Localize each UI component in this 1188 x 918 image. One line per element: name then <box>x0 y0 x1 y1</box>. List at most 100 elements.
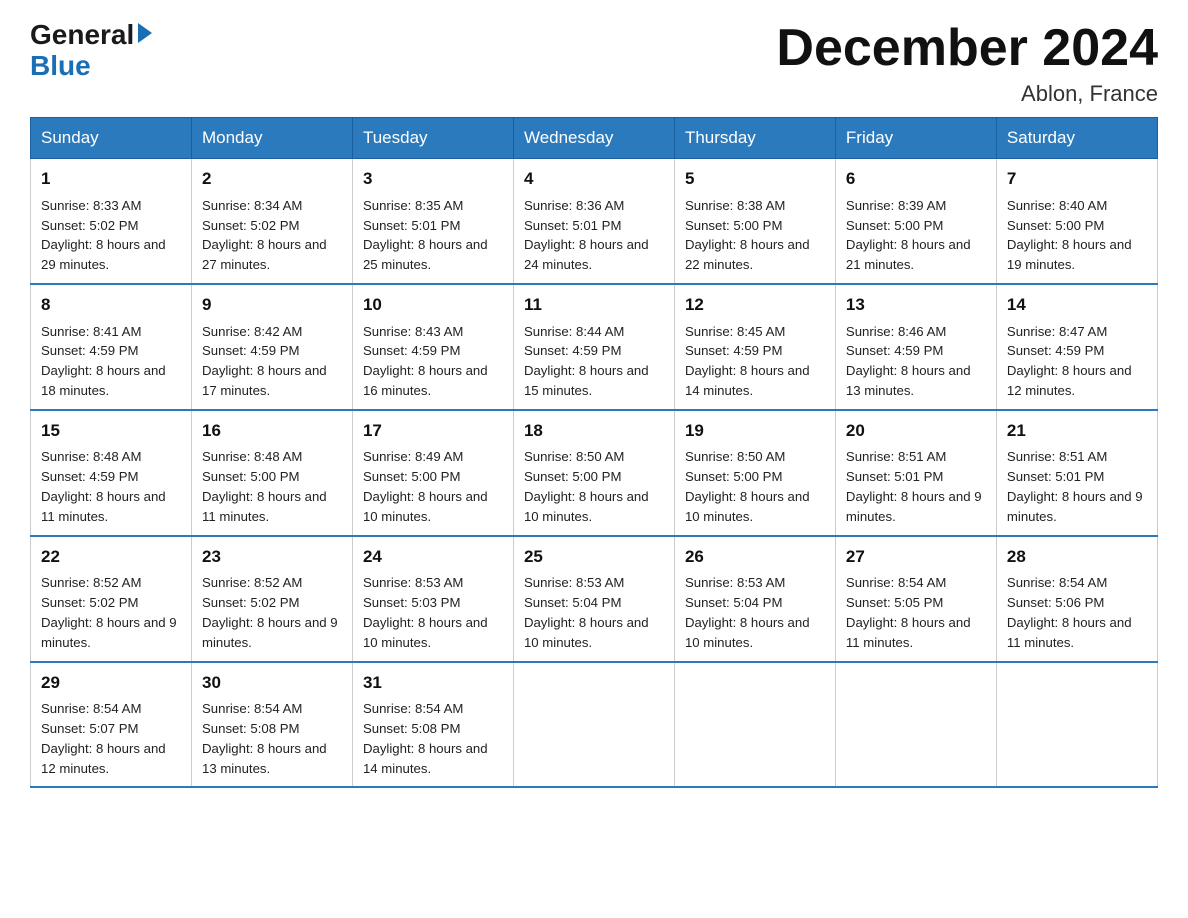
day-info: Sunrise: 8:52 AMSunset: 5:02 PMDaylight:… <box>41 573 181 652</box>
day-info: Sunrise: 8:54 AMSunset: 5:08 PMDaylight:… <box>363 699 503 778</box>
calendar-day-cell: 9 Sunrise: 8:42 AMSunset: 4:59 PMDaylight… <box>191 284 352 410</box>
calendar-day-cell: 20 Sunrise: 8:51 AMSunset: 5:01 PMDayligh… <box>835 410 996 536</box>
month-title: December 2024 <box>776 20 1158 77</box>
day-number: 15 <box>41 419 181 444</box>
day-info: Sunrise: 8:38 AMSunset: 5:00 PMDaylight:… <box>685 196 825 275</box>
day-info: Sunrise: 8:50 AMSunset: 5:00 PMDaylight:… <box>685 447 825 526</box>
calendar-day-cell: 3 Sunrise: 8:35 AMSunset: 5:01 PMDaylight… <box>352 159 513 284</box>
calendar-day-cell: 2Sunrise: 8:34 AMSunset: 5:02 PMDaylight… <box>191 159 352 284</box>
day-number: 30 <box>202 671 342 696</box>
day-info: Sunrise: 8:54 AMSunset: 5:07 PMDaylight:… <box>41 699 181 778</box>
day-number: 10 <box>363 293 503 318</box>
calendar-day-cell: 24 Sunrise: 8:53 AMSunset: 5:03 PMDayligh… <box>352 536 513 662</box>
day-of-week-header: Monday <box>191 118 352 159</box>
calendar-day-cell: 1Sunrise: 8:33 AMSunset: 5:02 PMDaylight… <box>31 159 192 284</box>
day-info: Sunrise: 8:47 AMSunset: 4:59 PMDaylight:… <box>1007 322 1147 401</box>
calendar-header-row: SundayMondayTuesdayWednesdayThursdayFrid… <box>31 118 1158 159</box>
calendar-day-cell: 6Sunrise: 8:39 AMSunset: 5:00 PMDaylight… <box>835 159 996 284</box>
day-number: 21 <box>1007 419 1147 444</box>
day-of-week-header: Friday <box>835 118 996 159</box>
calendar-day-cell: 12 Sunrise: 8:45 AMSunset: 4:59 PMDayligh… <box>674 284 835 410</box>
day-info: Sunrise: 8:44 AMSunset: 4:59 PMDaylight:… <box>524 322 664 401</box>
day-number: 26 <box>685 545 825 570</box>
calendar-day-cell: 21Sunrise: 8:51 AMSunset: 5:01 PMDayligh… <box>996 410 1157 536</box>
calendar-day-cell: 11 Sunrise: 8:44 AMSunset: 4:59 PMDayligh… <box>513 284 674 410</box>
day-number: 11 <box>524 293 664 318</box>
day-of-week-header: Saturday <box>996 118 1157 159</box>
day-info: Sunrise: 8:54 AMSunset: 5:08 PMDaylight:… <box>202 699 342 778</box>
day-info: Sunrise: 8:48 AMSunset: 5:00 PMDaylight:… <box>202 447 342 526</box>
day-number: 17 <box>363 419 503 444</box>
day-number: 4 <box>524 167 664 192</box>
calendar-week-row: 8Sunrise: 8:41 AMSunset: 4:59 PMDaylight… <box>31 284 1158 410</box>
day-number: 6 <box>846 167 986 192</box>
calendar-day-cell: 17 Sunrise: 8:49 AMSunset: 5:00 PMDayligh… <box>352 410 513 536</box>
calendar-day-cell: 5 Sunrise: 8:38 AMSunset: 5:00 PMDaylight… <box>674 159 835 284</box>
day-number: 3 <box>363 167 503 192</box>
calendar-day-cell: 23Sunrise: 8:52 AMSunset: 5:02 PMDayligh… <box>191 536 352 662</box>
calendar-day-cell <box>835 662 996 788</box>
day-number: 29 <box>41 671 181 696</box>
day-info: Sunrise: 8:53 AMSunset: 5:03 PMDaylight:… <box>363 573 503 652</box>
day-number: 19 <box>685 419 825 444</box>
day-number: 23 <box>202 545 342 570</box>
day-of-week-header: Sunday <box>31 118 192 159</box>
day-number: 18 <box>524 419 664 444</box>
day-number: 25 <box>524 545 664 570</box>
calendar-day-cell: 30 Sunrise: 8:54 AMSunset: 5:08 PMDayligh… <box>191 662 352 788</box>
calendar-day-cell: 14 Sunrise: 8:47 AMSunset: 4:59 PMDayligh… <box>996 284 1157 410</box>
day-info: Sunrise: 8:48 AMSunset: 4:59 PMDaylight:… <box>41 447 181 526</box>
title-block: December 2024 Ablon, France <box>776 20 1158 107</box>
day-number: 20 <box>846 419 986 444</box>
calendar-day-cell <box>674 662 835 788</box>
calendar-day-cell: 22Sunrise: 8:52 AMSunset: 5:02 PMDayligh… <box>31 536 192 662</box>
day-number: 28 <box>1007 545 1147 570</box>
day-info: Sunrise: 8:54 AMSunset: 5:05 PMDaylight:… <box>846 573 986 652</box>
location: Ablon, France <box>776 81 1158 107</box>
day-info: Sunrise: 8:53 AMSunset: 5:04 PMDaylight:… <box>685 573 825 652</box>
day-info: Sunrise: 8:42 AMSunset: 4:59 PMDaylight:… <box>202 322 342 401</box>
day-number: 7 <box>1007 167 1147 192</box>
day-number: 13 <box>846 293 986 318</box>
day-info: Sunrise: 8:49 AMSunset: 5:00 PMDaylight:… <box>363 447 503 526</box>
logo-blue-text: Blue <box>30 50 91 81</box>
day-of-week-header: Tuesday <box>352 118 513 159</box>
day-info: Sunrise: 8:35 AMSunset: 5:01 PMDaylight:… <box>363 196 503 275</box>
day-info: Sunrise: 8:54 AMSunset: 5:06 PMDaylight:… <box>1007 573 1147 652</box>
calendar-day-cell: 26 Sunrise: 8:53 AMSunset: 5:04 PMDayligh… <box>674 536 835 662</box>
day-number: 5 <box>685 167 825 192</box>
day-number: 16 <box>202 419 342 444</box>
day-number: 8 <box>41 293 181 318</box>
day-number: 9 <box>202 293 342 318</box>
logo-general-text: General <box>30 20 134 51</box>
day-info: Sunrise: 8:53 AMSunset: 5:04 PMDaylight:… <box>524 573 664 652</box>
day-info: Sunrise: 8:40 AMSunset: 5:00 PMDaylight:… <box>1007 196 1147 275</box>
calendar-day-cell: 19 Sunrise: 8:50 AMSunset: 5:00 PMDayligh… <box>674 410 835 536</box>
day-number: 24 <box>363 545 503 570</box>
day-info: Sunrise: 8:46 AMSunset: 4:59 PMDaylight:… <box>846 322 986 401</box>
calendar-week-row: 15 Sunrise: 8:48 AMSunset: 4:59 PMDayligh… <box>31 410 1158 536</box>
day-number: 31 <box>363 671 503 696</box>
day-number: 14 <box>1007 293 1147 318</box>
day-info: Sunrise: 8:50 AMSunset: 5:00 PMDaylight:… <box>524 447 664 526</box>
day-number: 27 <box>846 545 986 570</box>
calendar-day-cell: 13 Sunrise: 8:46 AMSunset: 4:59 PMDayligh… <box>835 284 996 410</box>
day-info: Sunrise: 8:36 AMSunset: 5:01 PMDaylight:… <box>524 196 664 275</box>
calendar-day-cell <box>996 662 1157 788</box>
logo: General Blue <box>30 20 152 82</box>
day-info: Sunrise: 8:43 AMSunset: 4:59 PMDaylight:… <box>363 322 503 401</box>
calendar-week-row: 29 Sunrise: 8:54 AMSunset: 5:07 PMDayligh… <box>31 662 1158 788</box>
day-of-week-header: Wednesday <box>513 118 674 159</box>
calendar-day-cell <box>513 662 674 788</box>
day-number: 12 <box>685 293 825 318</box>
logo-arrow-icon <box>138 23 152 43</box>
calendar-day-cell: 28 Sunrise: 8:54 AMSunset: 5:06 PMDayligh… <box>996 536 1157 662</box>
calendar-day-cell: 25 Sunrise: 8:53 AMSunset: 5:04 PMDayligh… <box>513 536 674 662</box>
calendar-day-cell: 4 Sunrise: 8:36 AMSunset: 5:01 PMDaylight… <box>513 159 674 284</box>
calendar-table: SundayMondayTuesdayWednesdayThursdayFrid… <box>30 117 1158 788</box>
calendar-day-cell: 29 Sunrise: 8:54 AMSunset: 5:07 PMDayligh… <box>31 662 192 788</box>
calendar-day-cell: 16 Sunrise: 8:48 AMSunset: 5:00 PMDayligh… <box>191 410 352 536</box>
day-info: Sunrise: 8:51 AMSunset: 5:01 PMDaylight:… <box>846 447 986 526</box>
day-info: Sunrise: 8:45 AMSunset: 4:59 PMDaylight:… <box>685 322 825 401</box>
calendar-day-cell: 15 Sunrise: 8:48 AMSunset: 4:59 PMDayligh… <box>31 410 192 536</box>
